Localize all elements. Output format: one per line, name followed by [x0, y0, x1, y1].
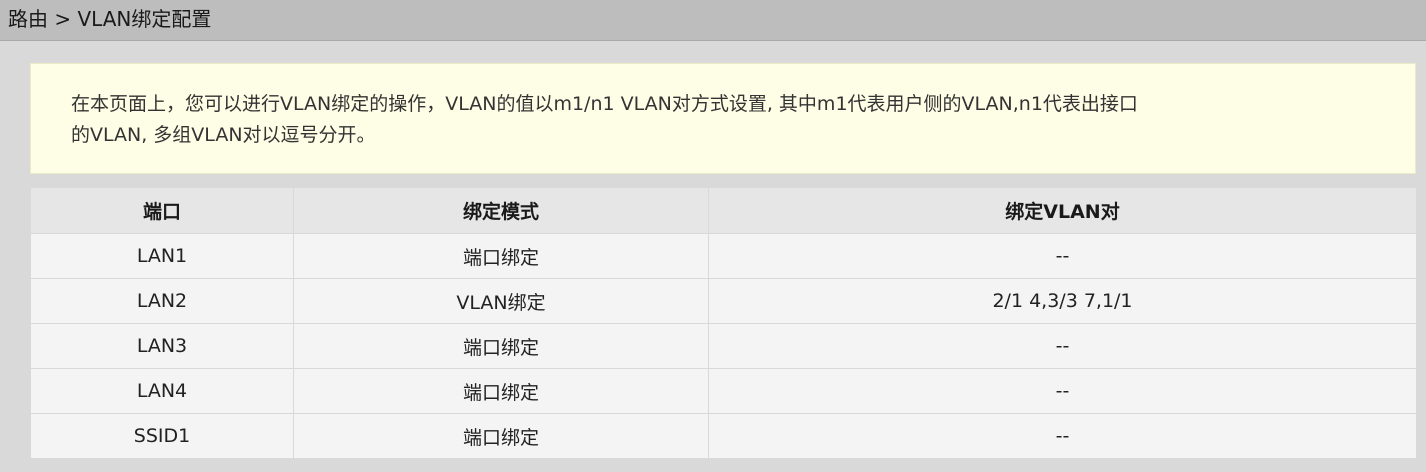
vlan-binding-table: 端口 绑定模式 绑定VLAN对 LAN1 端口绑定 -- LAN2 VLAN绑定…: [30, 187, 1417, 459]
notice-line-1: 在本页面上，您可以进行VLAN绑定的操作，VLAN的值以m1/n1 VLAN对方…: [71, 93, 1138, 115]
vlan-pairs-cell: --: [708, 368, 1417, 414]
port-cell: LAN3: [30, 323, 294, 369]
port-cell: LAN2: [30, 278, 294, 324]
table-row[interactable]: LAN3 端口绑定 --: [30, 323, 1417, 369]
table-row[interactable]: LAN1 端口绑定 --: [30, 233, 1417, 279]
mode-cell: VLAN绑定: [293, 278, 709, 324]
vlan-binding-table-container: 端口 绑定模式 绑定VLAN对 LAN1 端口绑定 -- LAN2 VLAN绑定…: [30, 187, 1417, 459]
vlan-pairs-cell: --: [708, 323, 1417, 369]
header-binding-mode: 绑定模式: [293, 187, 709, 234]
header-port: 端口: [30, 187, 294, 234]
mode-cell: 端口绑定: [293, 368, 709, 414]
mode-cell: 端口绑定: [293, 323, 709, 369]
notice-line-2: 的VLAN, 多组VLAN对以逗号分开。: [71, 124, 376, 146]
table-row[interactable]: SSID1 端口绑定 --: [30, 413, 1417, 459]
breadcrumb: 路由 > VLAN绑定配置: [8, 7, 212, 31]
mode-cell: 端口绑定: [293, 233, 709, 279]
info-notice: 在本页面上，您可以进行VLAN绑定的操作，VLAN的值以m1/n1 VLAN对方…: [30, 63, 1416, 174]
table-row[interactable]: LAN2 VLAN绑定 2/1 4,3/3 7,1/1: [30, 278, 1417, 324]
mode-cell: 端口绑定: [293, 413, 709, 459]
table-header-row: 端口 绑定模式 绑定VLAN对: [30, 187, 1417, 234]
port-cell: LAN1: [30, 233, 294, 279]
vlan-pairs-cell: --: [708, 233, 1417, 279]
port-cell: LAN4: [30, 368, 294, 414]
vlan-pairs-cell: 2/1 4,3/3 7,1/1: [708, 278, 1417, 324]
title-bar: 路由 > VLAN绑定配置: [0, 0, 1426, 41]
vlan-pairs-cell: --: [708, 413, 1417, 459]
port-cell: SSID1: [30, 413, 294, 459]
main-content: 在本页面上，您可以进行VLAN绑定的操作，VLAN的值以m1/n1 VLAN对方…: [0, 41, 1426, 472]
table-row[interactable]: LAN4 端口绑定 --: [30, 368, 1417, 414]
header-vlan-pairs: 绑定VLAN对: [708, 187, 1417, 234]
